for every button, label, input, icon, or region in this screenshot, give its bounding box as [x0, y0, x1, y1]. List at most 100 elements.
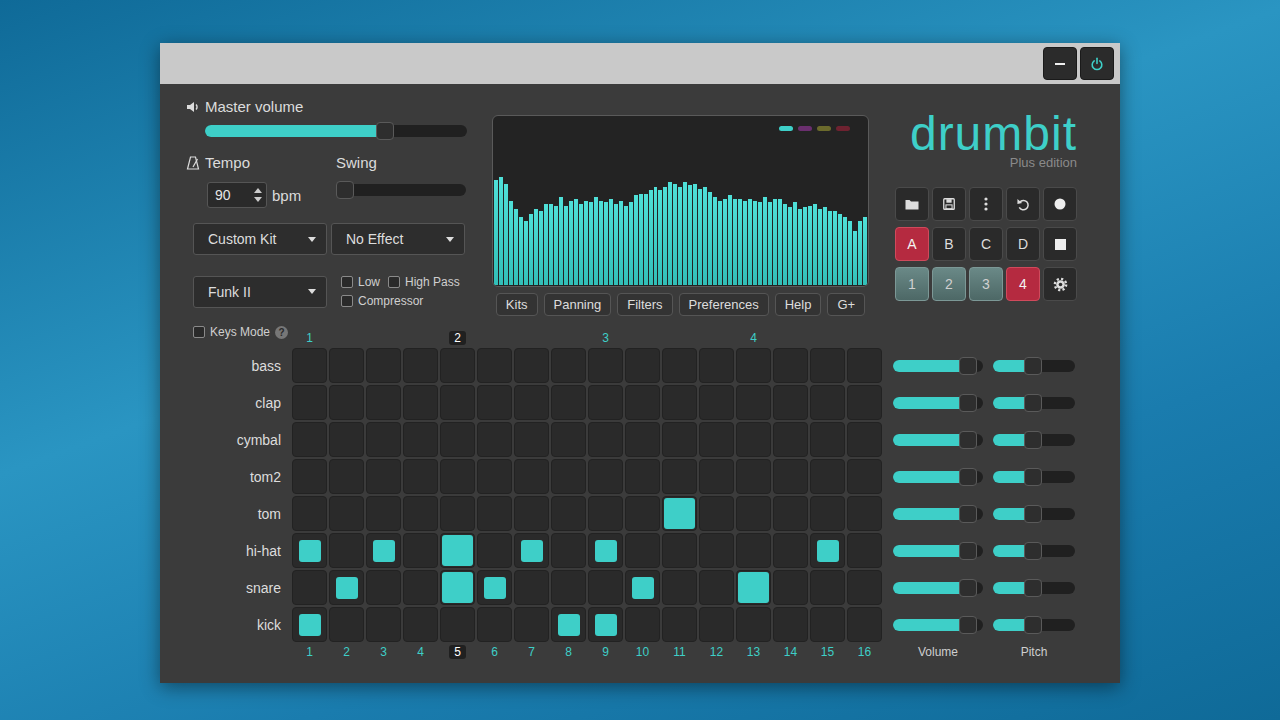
step-cell[interactable]	[810, 496, 845, 531]
step-cell[interactable]	[477, 607, 512, 642]
step-cell[interactable]	[292, 607, 327, 642]
step-cell[interactable]	[699, 607, 734, 642]
checkbox[interactable]	[193, 326, 205, 338]
step-cell[interactable]	[810, 607, 845, 642]
step-cell[interactable]	[403, 533, 438, 568]
step-cell[interactable]	[366, 533, 401, 568]
step-cell[interactable]	[403, 422, 438, 457]
track-pitch-slider[interactable]	[993, 468, 1075, 486]
step-cell[interactable]	[699, 533, 734, 568]
step-cell[interactable]	[588, 533, 623, 568]
track-volume-slider[interactable]	[893, 505, 983, 523]
step-cell[interactable]	[810, 570, 845, 605]
track-volume-slider[interactable]	[893, 431, 983, 449]
variation-button[interactable]: 3	[969, 267, 1003, 301]
spin-arrows-icon[interactable]	[253, 186, 263, 204]
step-cell[interactable]	[440, 607, 475, 642]
panel-button[interactable]: Help	[775, 293, 822, 316]
variation-button[interactable]: 4	[1006, 267, 1040, 301]
step-cell[interactable]	[477, 385, 512, 420]
step-cell[interactable]	[366, 348, 401, 383]
step-cell[interactable]	[514, 459, 549, 494]
checkbox[interactable]	[341, 295, 353, 307]
step-cell[interactable]	[736, 607, 771, 642]
step-cell[interactable]	[662, 459, 697, 494]
step-cell[interactable]	[477, 348, 512, 383]
track-pitch-slider[interactable]	[993, 357, 1075, 375]
step-cell[interactable]	[662, 570, 697, 605]
step-cell[interactable]	[588, 570, 623, 605]
step-cell[interactable]	[551, 570, 586, 605]
step-cell[interactable]	[662, 348, 697, 383]
filter-checkbox[interactable]: High Pass	[388, 275, 460, 289]
step-cell[interactable]	[699, 459, 734, 494]
step-cell[interactable]	[514, 385, 549, 420]
step-cell[interactable]	[403, 607, 438, 642]
step-cell[interactable]	[847, 570, 882, 605]
step-cell[interactable]	[477, 459, 512, 494]
filter-checkbox[interactable]: Low	[341, 275, 380, 289]
step-cell[interactable]	[736, 459, 771, 494]
step-cell[interactable]	[440, 422, 475, 457]
step-cell[interactable]	[625, 570, 660, 605]
panel-button[interactable]: Kits	[496, 293, 538, 316]
step-cell[interactable]	[292, 459, 327, 494]
step-cell[interactable]	[292, 348, 327, 383]
tempo-input[interactable]: 90	[207, 182, 267, 208]
step-cell[interactable]	[736, 496, 771, 531]
power-button[interactable]	[1080, 47, 1114, 80]
variation-button[interactable]: 1	[895, 267, 929, 301]
step-cell[interactable]	[329, 570, 364, 605]
step-cell[interactable]	[292, 422, 327, 457]
dropdown[interactable]: Funk II	[193, 276, 327, 308]
step-cell[interactable]	[773, 459, 808, 494]
step-cell[interactable]	[625, 459, 660, 494]
step-cell[interactable]	[588, 348, 623, 383]
pattern-button[interactable]: C	[969, 227, 1003, 261]
step-cell[interactable]	[699, 348, 734, 383]
pattern-button[interactable]: A	[895, 227, 929, 261]
stop-button[interactable]	[1043, 227, 1077, 261]
step-cell[interactable]	[551, 385, 586, 420]
step-cell[interactable]	[847, 533, 882, 568]
track-pitch-slider[interactable]	[993, 431, 1075, 449]
step-cell[interactable]	[588, 385, 623, 420]
track-volume-slider[interactable]	[893, 394, 983, 412]
step-cell[interactable]	[514, 607, 549, 642]
step-cell[interactable]	[699, 422, 734, 457]
pattern-button[interactable]: D	[1006, 227, 1040, 261]
track-pitch-slider[interactable]	[993, 542, 1075, 560]
step-cell[interactable]	[625, 533, 660, 568]
checkbox[interactable]	[388, 276, 400, 288]
step-cell[interactable]	[773, 570, 808, 605]
swing-slider[interactable]	[336, 181, 466, 199]
step-cell[interactable]	[403, 570, 438, 605]
step-cell[interactable]	[551, 422, 586, 457]
step-cell[interactable]	[329, 348, 364, 383]
step-cell[interactable]	[699, 385, 734, 420]
step-cell[interactable]	[366, 459, 401, 494]
dropdown[interactable]: Custom Kit	[193, 223, 327, 255]
step-cell[interactable]	[736, 422, 771, 457]
step-cell[interactable]	[588, 459, 623, 494]
step-cell[interactable]	[403, 385, 438, 420]
step-cell[interactable]	[440, 496, 475, 531]
step-cell[interactable]	[440, 348, 475, 383]
step-cell[interactable]	[662, 422, 697, 457]
step-cell[interactable]	[847, 348, 882, 383]
panel-button[interactable]: Panning	[544, 293, 612, 316]
step-cell[interactable]	[403, 459, 438, 494]
step-cell[interactable]	[366, 422, 401, 457]
step-cell[interactable]	[292, 385, 327, 420]
step-cell[interactable]	[366, 607, 401, 642]
step-cell[interactable]	[847, 422, 882, 457]
step-cell[interactable]	[736, 533, 771, 568]
step-cell[interactable]	[773, 385, 808, 420]
more-button[interactable]	[969, 187, 1003, 221]
step-cell[interactable]	[292, 496, 327, 531]
step-cell[interactable]	[810, 385, 845, 420]
track-pitch-slider[interactable]	[993, 616, 1075, 634]
step-cell[interactable]	[736, 385, 771, 420]
minimize-button[interactable]	[1043, 47, 1077, 80]
step-cell[interactable]	[440, 570, 475, 605]
